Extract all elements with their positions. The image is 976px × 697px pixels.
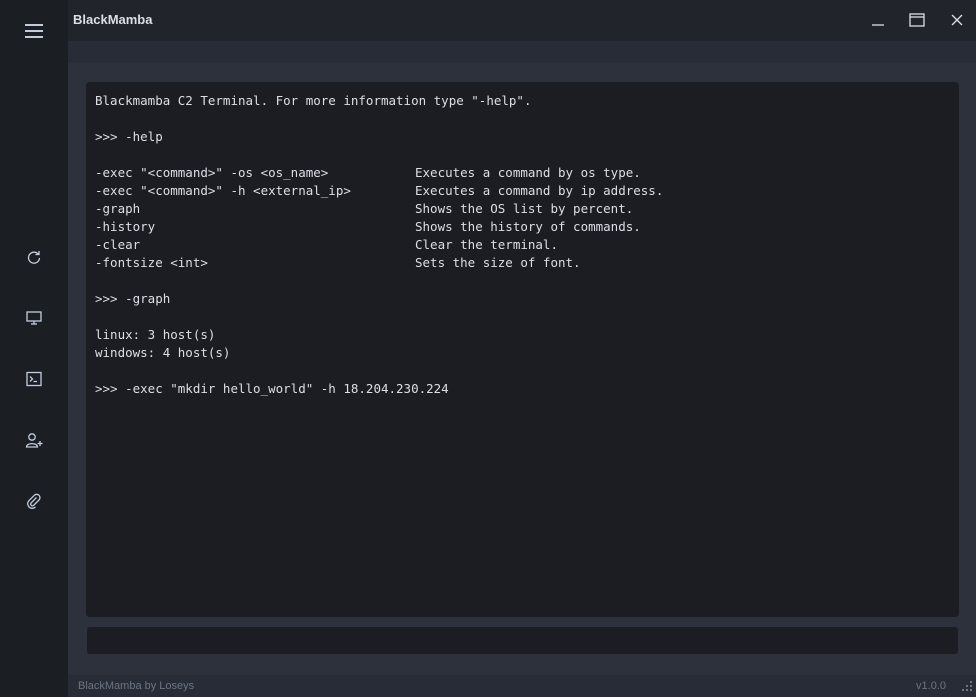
- menu-button[interactable]: [14, 15, 54, 47]
- monitor-icon: [26, 311, 42, 325]
- top-info-bar: [68, 41, 976, 63]
- paperclip-icon: [27, 493, 41, 509]
- app-title: BlackMamba: [73, 12, 153, 27]
- command-input[interactable]: [86, 626, 959, 655]
- maximize-button[interactable]: [902, 6, 932, 34]
- attachment-button[interactable]: [14, 485, 54, 517]
- terminal-intro: Blackmamba C2 Terminal. For more informa…: [95, 93, 532, 108]
- hosts-button[interactable]: [14, 302, 54, 334]
- minimize-button[interactable]: [863, 6, 893, 34]
- terminal-prompt-help: >>> -help: [95, 129, 163, 144]
- help-description: Executes a command by os type.: [415, 165, 641, 180]
- terminal-prompt-graph: >>> -graph: [95, 291, 171, 306]
- title-bar[interactable]: BlackMamba: [68, 0, 976, 41]
- help-command: -history: [95, 219, 156, 234]
- terminal-prompt-exec: >>> -exec "mkdir hello_world" -h 18.204.…: [95, 381, 449, 396]
- status-bar: BlackMamba by Loseys v1.0.0: [68, 675, 976, 697]
- add-user-button[interactable]: [14, 424, 54, 456]
- add-user-icon: [25, 433, 43, 448]
- help-description: Sets the size of font.: [415, 255, 581, 270]
- help-row: -exec "<command>" -h <external_ip> Execu…: [95, 182, 950, 200]
- terminal-icon: [26, 371, 42, 387]
- close-icon: [951, 14, 963, 26]
- help-command: -fontsize <int>: [95, 255, 208, 270]
- sidebar: [0, 0, 68, 697]
- help-command: -clear: [95, 237, 141, 252]
- terminal-output[interactable]: Blackmamba C2 Terminal. For more informa…: [86, 82, 959, 617]
- version-text: v1.0.0: [916, 680, 946, 692]
- refresh-icon: [27, 251, 41, 264]
- help-command: -exec "<command>" -os <os_name>: [95, 165, 329, 180]
- help-row: -clear Clear the terminal.: [95, 236, 950, 254]
- help-description: Clear the terminal.: [415, 237, 558, 252]
- help-row: -fontsize <int> Sets the size of font.: [95, 254, 950, 272]
- help-row: -graph Shows the OS list by percent.: [95, 200, 950, 218]
- minimize-icon: [872, 24, 884, 26]
- hamburger-menu-icon: [25, 24, 43, 38]
- help-row: -history Shows the history of commands.: [95, 218, 950, 236]
- resize-grip-icon[interactable]: [962, 681, 972, 691]
- close-button[interactable]: [942, 6, 972, 34]
- graph-line-linux: linux: 3 host(s): [95, 327, 216, 342]
- terminal-button[interactable]: [14, 363, 54, 395]
- help-description: Executes a command by ip address.: [415, 183, 664, 198]
- credit-text: BlackMamba by Loseys: [78, 680, 195, 692]
- help-row: -exec "<command>" -os <os_name> Executes…: [95, 164, 950, 182]
- help-command: -graph: [95, 201, 141, 216]
- maximize-icon: [909, 13, 925, 27]
- help-description: Shows the history of commands.: [415, 219, 641, 234]
- help-command: -exec "<command>" -h <external_ip>: [95, 183, 351, 198]
- graph-line-windows: windows: 4 host(s): [95, 345, 231, 360]
- help-description: Shows the OS list by percent.: [415, 201, 634, 216]
- refresh-button[interactable]: [14, 241, 54, 273]
